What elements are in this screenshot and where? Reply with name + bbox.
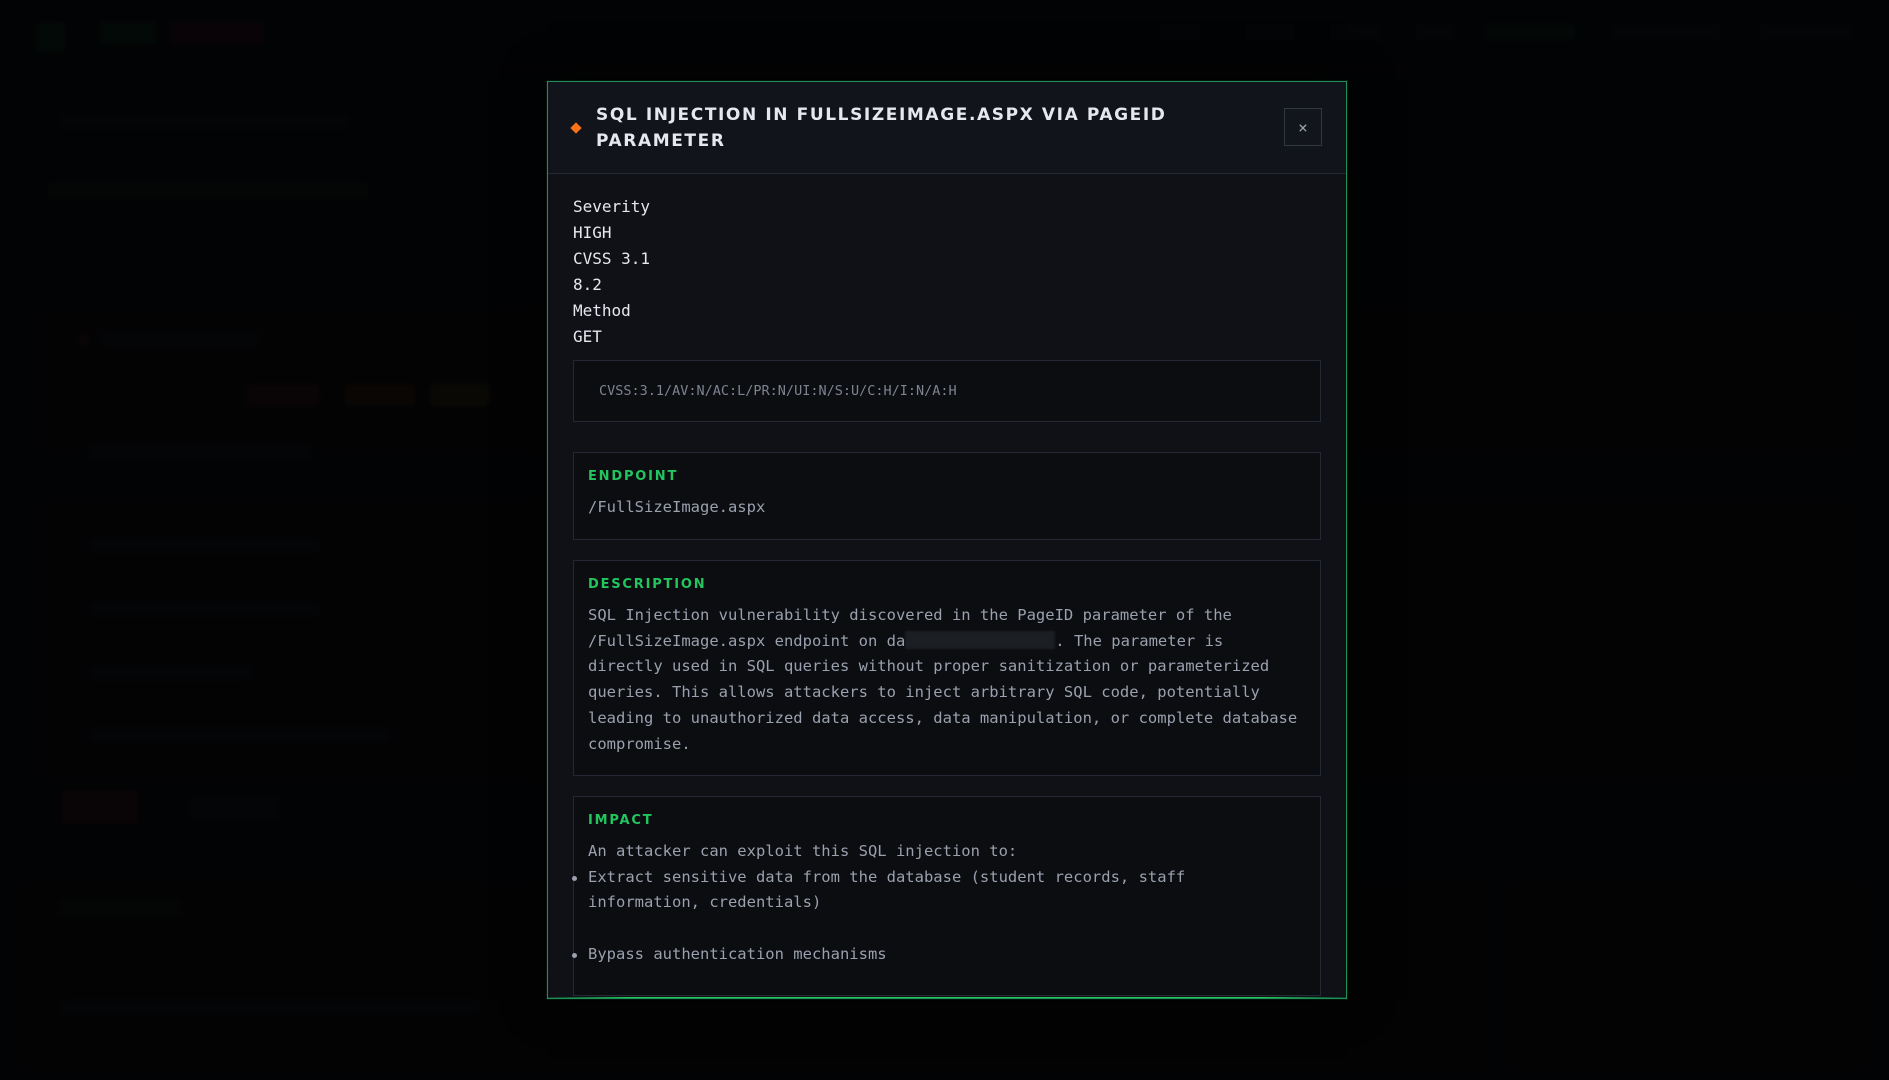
method-label: Method bbox=[573, 301, 631, 320]
impact-item: Extract sensitive data from the database… bbox=[572, 865, 1306, 916]
method-value: GET bbox=[573, 327, 602, 346]
modal-body: Severity HIGH CVSS 3.1 8.2 Method GET CV… bbox=[548, 174, 1346, 996]
description-section: Description SQL Injection vulnerability … bbox=[573, 560, 1321, 776]
cvss-vector: CVSS:3.1/AV:N/AC:L/PR:N/UI:N/S:U/C:H/I:N… bbox=[573, 360, 1321, 422]
close-icon: × bbox=[1298, 117, 1308, 137]
endpoint-value: /FullSizeImage.aspx bbox=[588, 498, 766, 516]
impact-item: Bypass authentication mechanisms bbox=[572, 942, 1306, 968]
redacted-domain bbox=[905, 630, 1056, 649]
impact-heading: Impact bbox=[588, 813, 654, 828]
close-button[interactable]: × bbox=[1284, 108, 1322, 146]
impact-content: An attacker can exploit this SQL injecti… bbox=[572, 839, 1306, 968]
cvss-label: CVSS 3.1 bbox=[573, 249, 651, 268]
cvss-score: 8.2 bbox=[573, 275, 602, 294]
endpoint-heading: Endpoint bbox=[588, 469, 679, 484]
endpoint-section: Endpoint /FullSizeImage.aspx bbox=[573, 452, 1321, 540]
modal-header: SQL Injection in FullSizeImage.aspx via … bbox=[548, 82, 1346, 174]
description-heading: Description bbox=[588, 577, 707, 592]
impact-list: Extract sensitive data from the database… bbox=[572, 865, 1306, 968]
severity-value: HIGH bbox=[573, 223, 612, 242]
modal-title: SQL Injection in FullSizeImage.aspx via … bbox=[596, 104, 1167, 151]
description-text: SQL Injection vulnerability discovered i… bbox=[588, 603, 1306, 757]
severity-label: Severity bbox=[573, 197, 651, 216]
vulnerability-detail-modal: SQL Injection in FullSizeImage.aspx via … bbox=[547, 81, 1347, 999]
diamond-icon bbox=[570, 121, 582, 134]
cvss-vector-text: CVSS:3.1/AV:N/AC:L/PR:N/UI:N/S:U/C:H/I:N… bbox=[599, 383, 957, 399]
impact-intro: An attacker can exploit this SQL injecti… bbox=[588, 842, 1018, 860]
impact-section: Impact An attacker can exploit this SQL … bbox=[572, 796, 1321, 996]
